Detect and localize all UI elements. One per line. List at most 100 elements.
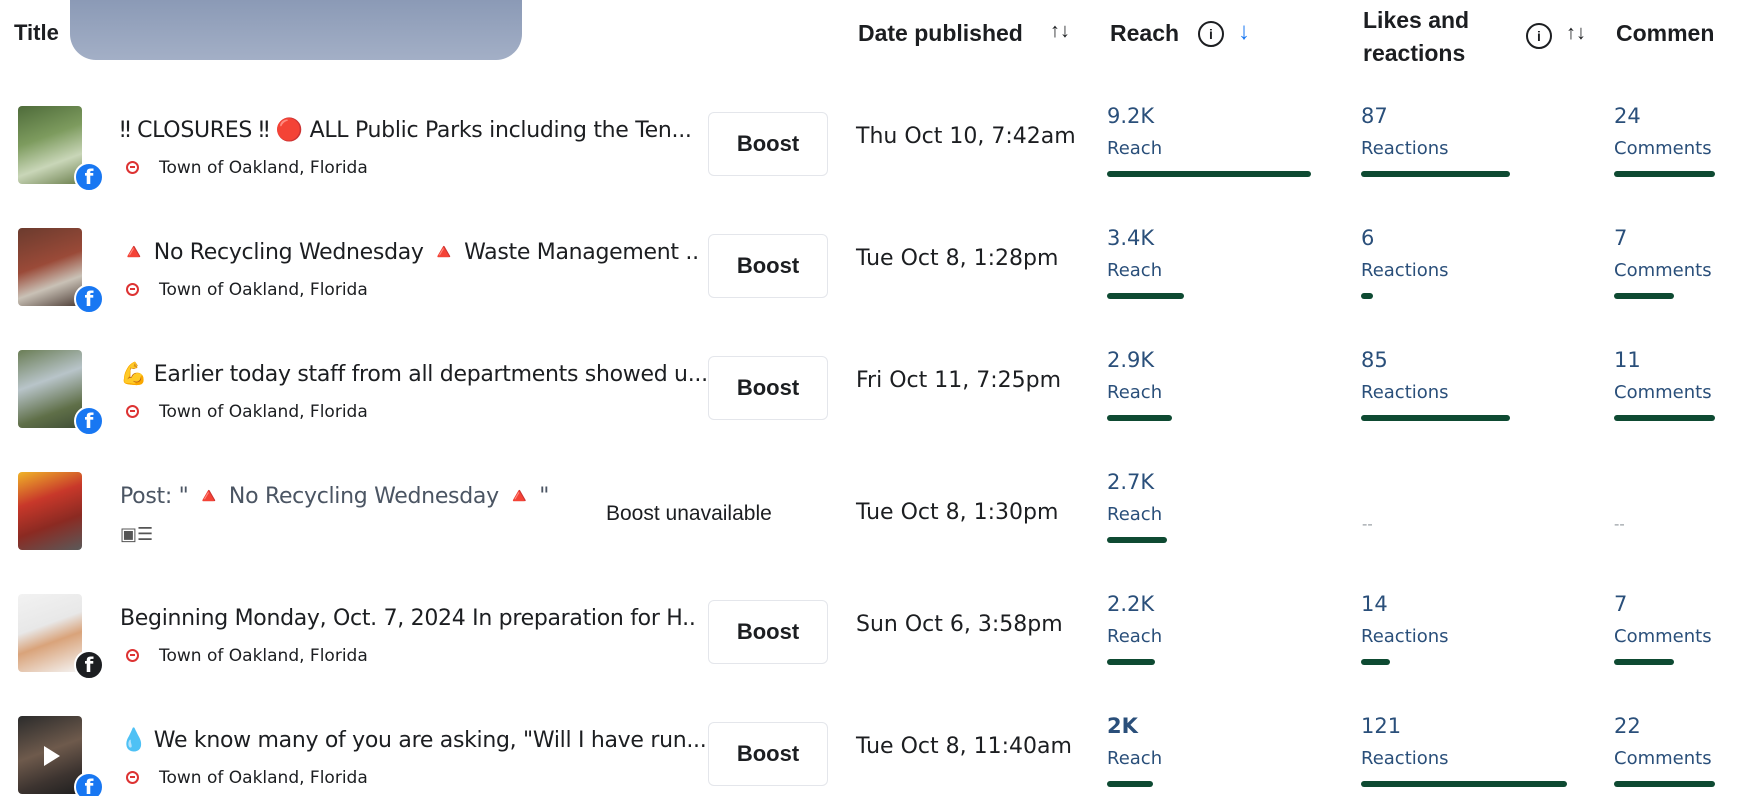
page-icon bbox=[126, 771, 139, 784]
reactions-label: Reactions bbox=[1361, 260, 1449, 281]
boost-button[interactable]: Boost bbox=[708, 112, 828, 176]
reach-label: Reach bbox=[1107, 260, 1163, 281]
reactions-value: 121 bbox=[1361, 714, 1402, 738]
page-icon bbox=[126, 161, 139, 174]
post-thumbnail[interactable] bbox=[18, 716, 82, 794]
reactions-value: 85 bbox=[1361, 348, 1388, 372]
reach-value: 2.9K bbox=[1107, 348, 1155, 372]
table-row[interactable]: Post: " 🔺 No Recycling Wednesday 🔺 " ▣☰ … bbox=[0, 456, 1748, 578]
page-name-label: Town of Oakland, Florida bbox=[159, 158, 368, 178]
comments-label: Comments bbox=[1614, 138, 1712, 159]
reactions-value: 87 bbox=[1361, 104, 1388, 128]
comments-bar bbox=[1614, 293, 1674, 299]
date-published: Sun Oct 6, 3:58pm bbox=[856, 612, 1063, 637]
reactions-metric[interactable]: 121 Reactions bbox=[1361, 714, 1567, 787]
reach-value: 2.7K bbox=[1107, 470, 1155, 494]
reactions-label: Reactions bbox=[1361, 382, 1449, 403]
comments-value: 11 bbox=[1614, 348, 1641, 372]
reach-metric[interactable]: 9.2K Reach bbox=[1107, 104, 1311, 177]
date-published: Tue Oct 8, 11:40am bbox=[856, 734, 1072, 759]
comments-label: Comments bbox=[1614, 626, 1712, 647]
page-name-label: Town of Oakland, Florida bbox=[159, 646, 368, 666]
page-icon bbox=[126, 283, 139, 296]
reach-metric[interactable]: 2.2K Reach bbox=[1107, 592, 1162, 665]
reach-metric[interactable]: 2.9K Reach bbox=[1107, 348, 1172, 421]
table-row[interactable]: f 💧 We know many of you are asking, "Wil… bbox=[0, 700, 1748, 796]
reach-metric[interactable]: 3.4K Reach bbox=[1107, 226, 1184, 299]
reach-metric[interactable]: 2.7K Reach bbox=[1107, 470, 1167, 543]
reach-bar bbox=[1107, 293, 1184, 299]
post-title[interactable]: 💧 We know many of you are asking, "Will … bbox=[120, 728, 707, 753]
comments-bar bbox=[1614, 659, 1674, 665]
sort-icon[interactable]: ↑↓ bbox=[1566, 22, 1586, 45]
reach-bar bbox=[1107, 537, 1167, 543]
sort-descending-icon[interactable]: ↓ bbox=[1238, 18, 1250, 46]
reach-label: Reach bbox=[1107, 504, 1163, 525]
reactions-metric[interactable]: 87 Reactions bbox=[1361, 104, 1510, 177]
date-published: Tue Oct 8, 1:30pm bbox=[856, 500, 1059, 525]
post-title[interactable]: ‼ CLOSURES ‼ 🔴 ALL Public Parks includin… bbox=[120, 118, 692, 143]
table-row[interactable]: f 🔺 No Recycling Wednesday 🔺 Waste Manag… bbox=[0, 212, 1748, 334]
info-icon[interactable]: i bbox=[1526, 23, 1552, 49]
boost-button[interactable]: Boost bbox=[708, 234, 828, 298]
reach-metric[interactable]: 2K Reach bbox=[1107, 714, 1162, 787]
boost-unavailable: Boost unavailable bbox=[606, 502, 772, 525]
boost-button[interactable]: Boost bbox=[708, 356, 828, 420]
table-row[interactable]: f ‼ CLOSURES ‼ 🔴 ALL Public Parks includ… bbox=[0, 90, 1748, 212]
date-published: Thu Oct 10, 7:42am bbox=[856, 124, 1076, 149]
reactions-bar bbox=[1361, 781, 1567, 787]
post-title[interactable]: 🔺 No Recycling Wednesday 🔺 Waste Managem… bbox=[120, 240, 699, 265]
reactions-bar bbox=[1361, 293, 1373, 299]
comments-label: Comments bbox=[1614, 748, 1712, 769]
boost-button[interactable]: Boost bbox=[708, 600, 828, 664]
post-title[interactable]: 💪 Earlier today staff from all departmen… bbox=[120, 362, 708, 387]
comments-metric[interactable]: 11 Comments bbox=[1614, 348, 1715, 421]
page-name: Town of Oakland, Florida bbox=[126, 402, 368, 422]
post-thumbnail[interactable] bbox=[18, 594, 82, 672]
page-name: Town of Oakland, Florida bbox=[126, 768, 368, 788]
reach-value: 2K bbox=[1107, 714, 1138, 738]
comments-bar bbox=[1614, 415, 1715, 421]
sort-icon[interactable]: ↑↓ bbox=[1050, 20, 1070, 43]
reach-label: Reach bbox=[1107, 138, 1163, 159]
comments-bar bbox=[1614, 781, 1715, 787]
reactions-bar bbox=[1361, 659, 1390, 665]
post-thumbnail[interactable] bbox=[18, 350, 82, 428]
post-thumbnail[interactable] bbox=[18, 106, 82, 184]
column-header-reach[interactable]: Reach bbox=[1110, 20, 1179, 47]
post-title[interactable]: Post: " 🔺 No Recycling Wednesday 🔺 " bbox=[120, 484, 549, 509]
column-header-likes-label: Likes and reactions bbox=[1363, 7, 1470, 66]
comments-label: Comments bbox=[1614, 260, 1712, 281]
column-header-comments[interactable]: Commen bbox=[1616, 20, 1714, 47]
comments-value: 24 bbox=[1614, 104, 1641, 128]
reactions-metric[interactable]: 85 Reactions bbox=[1361, 348, 1510, 421]
column-header-likes[interactable]: Likes and reactions bbox=[1363, 4, 1493, 70]
comments-metric[interactable]: 7 Comments bbox=[1614, 226, 1712, 299]
page-name: Town of Oakland, Florida bbox=[126, 280, 368, 300]
comments-label: Comments bbox=[1614, 382, 1712, 403]
comments-metric[interactable]: 24 Comments bbox=[1614, 104, 1715, 177]
boost-button[interactable]: Boost bbox=[708, 722, 828, 786]
reactions-label: Reactions bbox=[1361, 748, 1449, 769]
page-name: Town of Oakland, Florida bbox=[126, 158, 368, 178]
column-header-date[interactable]: Date published bbox=[858, 20, 1023, 47]
info-icon[interactable]: i bbox=[1198, 21, 1224, 47]
comments-metric[interactable]: 7 Comments bbox=[1614, 592, 1712, 665]
post-thumbnail[interactable] bbox=[18, 228, 82, 306]
reactions-value: 14 bbox=[1361, 592, 1388, 616]
reach-bar bbox=[1107, 415, 1172, 421]
reactions-value: 6 bbox=[1361, 226, 1375, 250]
reactions-metric[interactable]: 6 Reactions bbox=[1361, 226, 1449, 299]
play-icon bbox=[44, 746, 60, 766]
table-row[interactable]: f Beginning Monday, Oct. 7, 2024 In prep… bbox=[0, 578, 1748, 700]
post-title[interactable]: Beginning Monday, Oct. 7, 2024 In prepar… bbox=[120, 606, 696, 631]
reactions-metric[interactable]: 14 Reactions bbox=[1361, 592, 1449, 665]
table-row[interactable]: f 💪 Earlier today staff from all departm… bbox=[0, 334, 1748, 456]
reach-label: Reach bbox=[1107, 748, 1163, 769]
page-name-label: Town of Oakland, Florida bbox=[159, 768, 368, 788]
post-thumbnail[interactable] bbox=[18, 472, 82, 550]
reactions-bar bbox=[1361, 171, 1510, 177]
comments-value: 7 bbox=[1614, 592, 1628, 616]
comments-metric[interactable]: 22 Comments bbox=[1614, 714, 1715, 787]
table-header: Title Date published ↑↓ Reach i ↓ Likes … bbox=[0, 0, 1748, 80]
